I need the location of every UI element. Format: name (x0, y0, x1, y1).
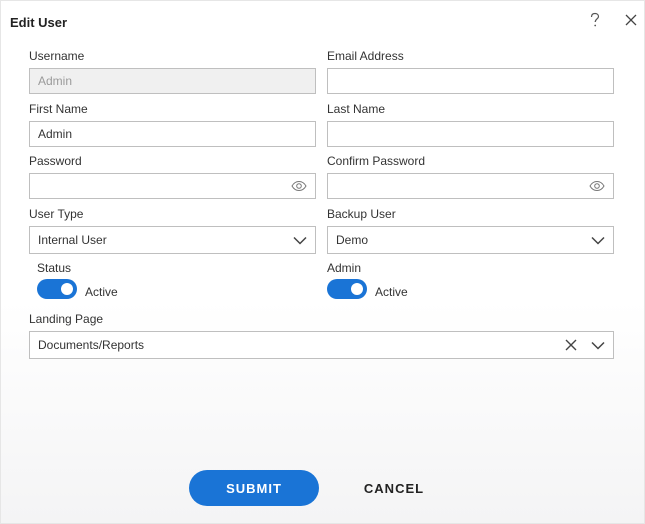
admin-state-label: Active (375, 285, 408, 299)
chevron-down-icon[interactable] (591, 236, 605, 245)
submit-button[interactable]: SUBMIT (189, 470, 319, 506)
toggle-knob (351, 283, 363, 295)
first-name-field[interactable]: Admin (29, 121, 316, 147)
admin-label: Admin (327, 261, 362, 275)
status-toggle[interactable] (37, 279, 77, 299)
backup-user-select[interactable]: Demo (327, 226, 614, 254)
toggle-knob (61, 283, 73, 295)
confirm-password-field[interactable] (327, 173, 614, 199)
eye-icon[interactable] (291, 180, 307, 192)
backup-user-label: Backup User (327, 207, 396, 221)
status-state-label: Active (85, 285, 118, 299)
username-label: Username (29, 49, 85, 63)
username-field: Admin (29, 68, 316, 94)
last-name-label: Last Name (327, 102, 386, 116)
chevron-down-icon[interactable] (591, 341, 605, 350)
first-name-value: Admin (38, 127, 73, 141)
close-icon[interactable] (622, 11, 640, 29)
user-type-label: User Type (29, 207, 84, 221)
user-type-select[interactable]: Internal User (29, 226, 316, 254)
password-field[interactable] (29, 173, 316, 199)
confirm-password-label: Confirm Password (327, 154, 426, 168)
question-mark-icon[interactable] (586, 11, 604, 29)
first-name-label: First Name (29, 102, 88, 116)
username-value: Admin (38, 74, 73, 88)
email-field[interactable] (327, 68, 614, 94)
email-label: Email Address (327, 49, 404, 63)
cancel-button[interactable]: CANCEL (351, 470, 437, 506)
admin-toggle[interactable] (327, 279, 367, 299)
chevron-down-icon[interactable] (293, 236, 307, 245)
landing-page-label: Landing Page (29, 312, 104, 326)
password-label: Password (29, 154, 82, 168)
eye-icon[interactable] (589, 180, 605, 192)
backup-user-value: Demo (336, 233, 369, 247)
dialog-title: Edit User (10, 15, 68, 30)
landing-page-select[interactable]: Documents/Reports (29, 331, 614, 359)
status-label: Status (37, 261, 72, 275)
last-name-field[interactable] (327, 121, 614, 147)
edit-user-dialog: Edit User Username Admin Email Address F… (0, 0, 645, 524)
landing-page-value: Documents/Reports (38, 338, 145, 352)
user-type-value: Internal User (38, 233, 107, 247)
clear-icon[interactable] (565, 339, 577, 351)
